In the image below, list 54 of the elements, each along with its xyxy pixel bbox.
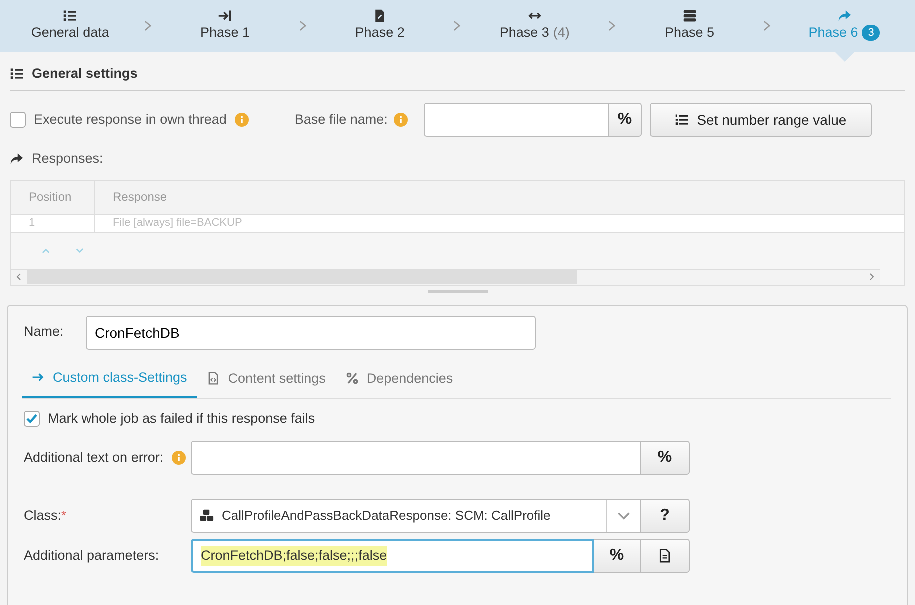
numbered-list-icon	[675, 113, 690, 128]
share-arrow-icon	[10, 152, 24, 166]
step-tab[interactable]: Phase 5	[664, 22, 714, 44]
additional-parameters-field[interactable]: CronFetchDB;false;false;;;false	[191, 539, 594, 573]
cubes-icon	[200, 509, 214, 523]
checkbox-label: Mark whole job as failed if this response fails	[48, 410, 316, 428]
step-tab[interactable]: Phase 2	[355, 22, 405, 44]
info-icon	[234, 113, 249, 128]
additional-text-field[interactable]	[191, 441, 641, 475]
percent-button[interactable]: %	[594, 539, 641, 573]
section-label: Responses:	[32, 150, 104, 168]
field-label: Name:	[24, 323, 65, 342]
count-badge: 3	[862, 24, 880, 42]
tab[interactable]: Dependencies	[336, 362, 464, 398]
info-icon	[172, 451, 186, 465]
field-label: Class:	[24, 506, 62, 525]
tab[interactable]: Content settings	[197, 362, 336, 398]
server-icon	[682, 8, 697, 23]
base-file-name-field[interactable]	[424, 103, 609, 138]
code-file-icon	[207, 372, 220, 386]
percent-button[interactable]: %	[608, 103, 642, 138]
arrow-to-bar-icon	[218, 8, 232, 23]
horizontal-scrollbar-thumb[interactable]	[27, 270, 577, 284]
step-tab[interactable]: General data	[31, 22, 110, 44]
step-count: (4)	[553, 24, 570, 42]
checkbox[interactable]	[24, 410, 40, 427]
field-label: Additional parameters:	[24, 546, 160, 565]
required-mark: *	[62, 507, 67, 526]
checkbox[interactable]	[10, 112, 26, 128]
document-icon	[658, 549, 672, 563]
name-field[interactable]: CronFetchDB	[86, 316, 536, 350]
splitter-handle[interactable]	[428, 290, 488, 292]
down-caret-icon	[75, 246, 85, 256]
scroll-right-icon	[868, 273, 876, 281]
file-icon	[373, 8, 388, 23]
percent-button[interactable]: %	[641, 441, 690, 475]
table-cell-text: File [always] file=BACKUP	[112, 216, 244, 231]
field-label: Base file name:	[294, 111, 388, 130]
list-icon	[10, 67, 24, 82]
step-tab[interactable]: Phase 3	[500, 22, 550, 44]
help-button[interactable]: ?	[641, 499, 690, 533]
document-button[interactable]	[641, 539, 690, 573]
class-select[interactable]: CallProfileAndPassBackDataResponse: SCM: CallProfile	[191, 499, 641, 533]
share-arrow-icon	[838, 8, 852, 23]
checkbox-label: Execute response in own thread	[34, 111, 227, 130]
list-icon	[63, 8, 78, 23]
info-icon	[394, 113, 408, 128]
field-label: Additional text on error:	[24, 448, 164, 467]
step-tab[interactable]: Phase 1	[200, 22, 250, 44]
table-cell: 1	[11, 214, 95, 232]
percent-icon	[346, 372, 359, 386]
scroll-left-icon	[15, 273, 23, 281]
set-number-range-button[interactable]: Set number range value	[650, 103, 872, 138]
section-title: General settings	[32, 65, 138, 83]
